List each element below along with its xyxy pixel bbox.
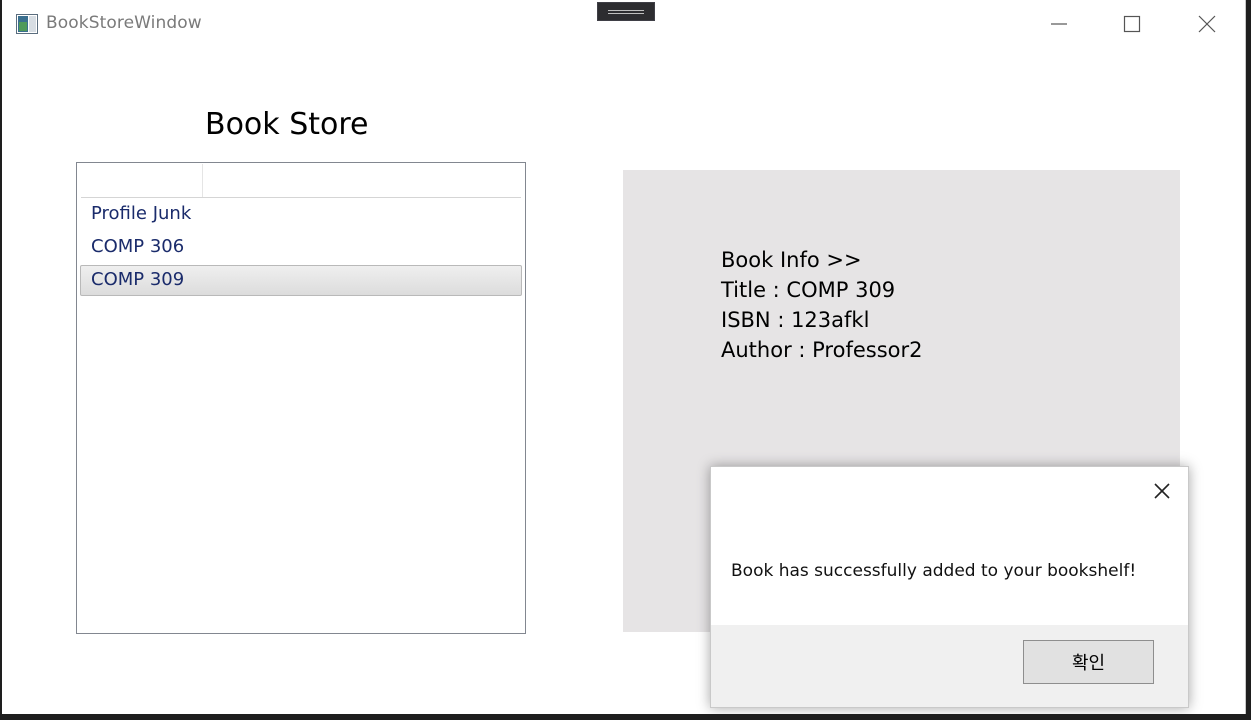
minimize-button[interactable] bbox=[1036, 0, 1082, 48]
book-item-comp-309[interactable]: COMP 309 bbox=[80, 265, 522, 296]
app-icon bbox=[16, 14, 38, 34]
store-heading: Book Store bbox=[205, 107, 369, 142]
bookstore-window: BookStoreWindow Book Store Profile Junk … bbox=[2, 0, 1246, 714]
book-info-text: Book Info >> Title : COMP 309 ISBN : 123… bbox=[721, 245, 922, 365]
minimize-icon bbox=[1051, 23, 1067, 25]
book-author-line: Author : Professor2 bbox=[721, 338, 923, 362]
close-icon bbox=[1198, 15, 1216, 33]
book-title-line: Title : COMP 309 bbox=[721, 278, 896, 302]
list-header[interactable] bbox=[81, 164, 521, 198]
message-dialog: Book has successfully added to your book… bbox=[710, 466, 1189, 708]
close-icon bbox=[1154, 483, 1170, 499]
window-title: BookStoreWindow bbox=[46, 13, 202, 33]
book-list[interactable]: Profile Junk COMP 306 COMP 309 bbox=[76, 162, 526, 634]
column-separator[interactable] bbox=[202, 164, 203, 197]
book-isbn-line: ISBN : 123afkl bbox=[721, 308, 870, 332]
close-button[interactable] bbox=[1184, 0, 1230, 48]
ok-button[interactable]: 확인 bbox=[1023, 640, 1154, 684]
dialog-footer: 확인 bbox=[711, 625, 1188, 707]
dialog-close-button[interactable] bbox=[1147, 477, 1177, 505]
book-item-comp-306[interactable]: COMP 306 bbox=[80, 232, 522, 263]
maximize-button[interactable] bbox=[1109, 0, 1155, 48]
maximize-icon bbox=[1123, 15, 1141, 33]
dialog-message: Book has successfully added to your book… bbox=[731, 561, 1137, 581]
drag-grip[interactable] bbox=[597, 2, 655, 21]
book-info-header: Book Info >> bbox=[721, 248, 862, 272]
book-item-profile-junk[interactable]: Profile Junk bbox=[80, 199, 522, 230]
